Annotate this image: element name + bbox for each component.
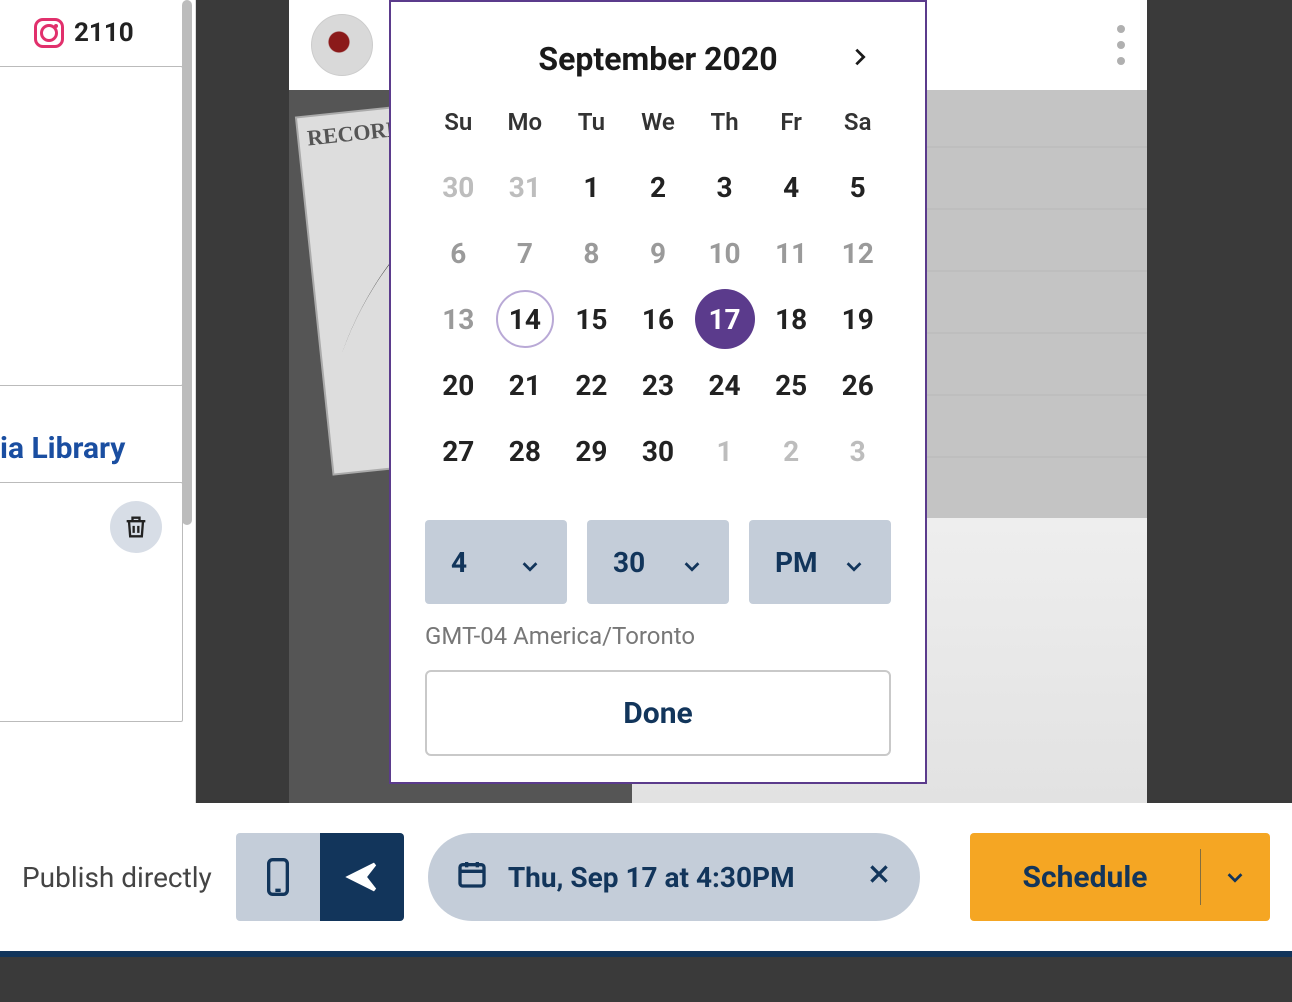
calendar-day[interactable]: 28	[492, 418, 559, 484]
calendar-day[interactable]: 19	[824, 286, 891, 352]
sidebar-panel-1	[0, 66, 183, 386]
schedule-button[interactable]: Schedule	[970, 833, 1270, 921]
calendar-month-label: September 2020	[538, 40, 777, 78]
publish-mode-toggle	[236, 833, 404, 921]
next-month-button[interactable]	[847, 44, 873, 70]
calendar-day[interactable]: 8	[558, 220, 625, 286]
calendar-day[interactable]: 6	[425, 220, 492, 286]
scheduled-time-pill[interactable]: Thu, Sep 17 at 4:30PM	[428, 833, 920, 921]
calendar-day[interactable]: 26	[824, 352, 891, 418]
calendar-dow: Tu	[558, 98, 625, 154]
account-row[interactable]: 2110	[0, 0, 195, 66]
background-dark-left	[196, 0, 289, 803]
mobile-icon	[261, 857, 295, 897]
calendar-day[interactable]: 21	[492, 352, 559, 418]
calendar-dow: Th	[691, 98, 758, 154]
scheduled-time-text: Thu, Sep 17 at 4:30PM	[508, 861, 795, 894]
done-button-label: Done	[623, 696, 692, 731]
calendar-icon	[456, 858, 488, 897]
hour-select[interactable]: 4	[425, 520, 567, 604]
timezone-label: GMT-04 America/Toronto	[391, 604, 925, 650]
calendar-dow: Mo	[492, 98, 559, 154]
media-library-heading[interactable]: ia Library	[0, 386, 195, 482]
calendar-day[interactable]: 23	[625, 352, 692, 418]
calendar-day: 30	[425, 154, 492, 220]
calendar-day[interactable]: 30	[625, 418, 692, 484]
calendar-dow: Su	[425, 98, 492, 154]
calendar-day[interactable]: 25	[758, 352, 825, 418]
calendar-day[interactable]: 11	[758, 220, 825, 286]
post-menu-button[interactable]	[1117, 25, 1125, 65]
calendar-day[interactable]: 13	[425, 286, 492, 352]
trash-icon	[122, 513, 150, 541]
schedule-button-label: Schedule	[970, 860, 1200, 895]
calendar-dow-row: SuMoTuWeThFrSa	[391, 98, 925, 154]
calendar-day[interactable]: 18	[758, 286, 825, 352]
calendar-day[interactable]: 3	[691, 154, 758, 220]
done-button[interactable]: Done	[425, 670, 891, 756]
background-dark-right	[1147, 0, 1292, 803]
calendar-day: 1	[691, 418, 758, 484]
calendar-day[interactable]: 27	[425, 418, 492, 484]
calendar-day[interactable]: 17	[691, 286, 758, 352]
publish-mode-mobile[interactable]	[236, 833, 320, 921]
avatar[interactable]	[311, 14, 373, 76]
calendar-day[interactable]: 15	[558, 286, 625, 352]
calendar-dow: We	[625, 98, 692, 154]
calendar-week-row: 6789101112	[391, 220, 925, 286]
minute-value: 30	[613, 546, 645, 579]
chevron-right-icon	[849, 46, 871, 68]
calendar-week-row: 27282930123	[391, 418, 925, 484]
calendar-day: 31	[492, 154, 559, 220]
calendar-grid: 3031123456789101112131415161718192021222…	[391, 154, 925, 484]
hour-value: 4	[451, 546, 467, 579]
calendar-day[interactable]: 29	[558, 418, 625, 484]
calendar-day[interactable]: 7	[492, 220, 559, 286]
clear-schedule-button[interactable]	[866, 861, 892, 894]
sidebar-scrollbar[interactable]	[182, 0, 192, 525]
ampm-value: PM	[775, 546, 818, 579]
calendar-week-row: 20212223242526	[391, 352, 925, 418]
calendar-day[interactable]: 16	[625, 286, 692, 352]
instagram-icon	[34, 18, 64, 48]
ampm-select[interactable]: PM	[749, 520, 891, 604]
account-handle: 2110	[74, 18, 134, 48]
schedule-button-dropdown[interactable]	[1200, 833, 1270, 921]
calendar-day[interactable]: 10	[691, 220, 758, 286]
minute-select[interactable]: 30	[587, 520, 729, 604]
calendar-day[interactable]: 1	[558, 154, 625, 220]
calendar-day[interactable]: 2	[625, 154, 692, 220]
bottom-bar: Publish directly Thu, Sep 17 at 4:30PM S…	[0, 803, 1292, 951]
chevron-down-icon	[843, 551, 865, 573]
publish-mode-direct[interactable]	[320, 833, 404, 921]
calendar-week-row: 13141516171819	[391, 286, 925, 352]
publish-directly-label: Publish directly	[22, 861, 212, 894]
calendar-day[interactable]: 9	[625, 220, 692, 286]
calendar-day[interactable]: 12	[824, 220, 891, 286]
calendar-dow: Sa	[824, 98, 891, 154]
chevron-down-icon	[681, 551, 703, 573]
below-bar	[0, 957, 1292, 1002]
calendar-dow: Fr	[758, 98, 825, 154]
chevron-down-icon	[1224, 866, 1246, 888]
close-icon	[866, 861, 892, 887]
calendar-day[interactable]: 5	[824, 154, 891, 220]
calendar-day[interactable]: 24	[691, 352, 758, 418]
send-icon	[345, 857, 379, 897]
calendar-day[interactable]: 14	[492, 286, 559, 352]
delete-button[interactable]	[110, 501, 162, 553]
calendar-header: September 2020	[391, 2, 925, 98]
calendar-day[interactable]: 20	[425, 352, 492, 418]
date-time-picker: September 2020 SuMoTuWeThFrSa 3031123456…	[389, 0, 927, 784]
calendar-day: 3	[824, 418, 891, 484]
time-selectors: 4 30 PM	[391, 484, 925, 604]
calendar-day[interactable]: 22	[558, 352, 625, 418]
chevron-down-icon	[519, 551, 541, 573]
calendar-week-row: 303112345	[391, 154, 925, 220]
left-sidebar: 2110 ia Library	[0, 0, 196, 803]
sidebar-panel-2	[0, 482, 183, 722]
calendar-day: 2	[758, 418, 825, 484]
calendar-day[interactable]: 4	[758, 154, 825, 220]
